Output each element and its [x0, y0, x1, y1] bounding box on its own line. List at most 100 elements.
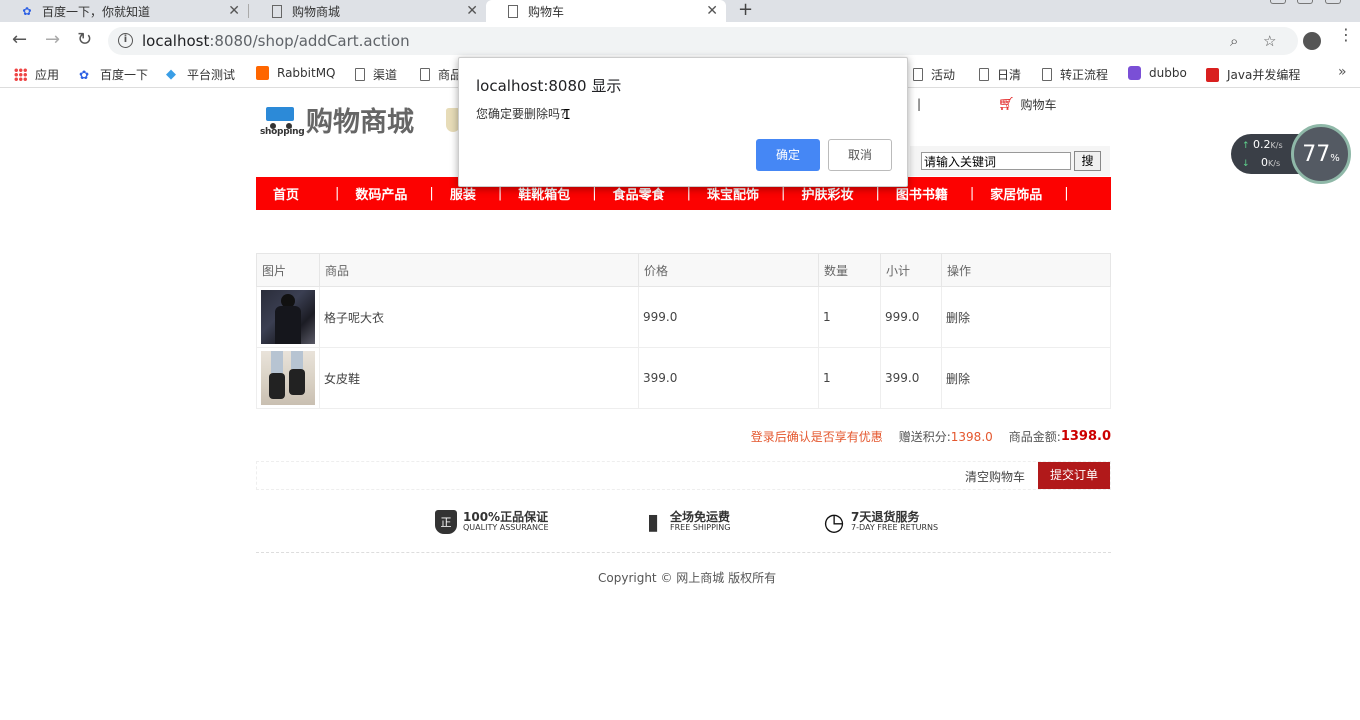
- nav-separator: |: [969, 186, 975, 201]
- product-image-shoes[interactable]: [261, 351, 315, 405]
- back-arrow-icon[interactable]: ←: [12, 30, 27, 50]
- reload-icon[interactable]: ↻: [77, 30, 92, 50]
- bookmark-apps[interactable]: 应用: [14, 66, 59, 83]
- service-quality: 正 100%正品保证 QUALITY ASSURANCE: [435, 510, 549, 534]
- nav-home[interactable]: 首页: [273, 184, 299, 203]
- baidu-paw-icon: ✿: [79, 67, 90, 82]
- dialog-cancel-button[interactable]: 取消: [828, 139, 892, 171]
- cart-icon: 🛒︎: [998, 97, 1015, 112]
- gauge-value: 77: [1302, 141, 1331, 167]
- csdn-icon: [1206, 67, 1219, 82]
- bookmark-daily[interactable]: 日清: [979, 66, 1021, 83]
- maximize-icon[interactable]: [1297, 0, 1313, 4]
- menu-kebab-icon[interactable]: ⋮: [1338, 27, 1354, 43]
- text-cursor-icon: I: [563, 108, 571, 123]
- column-header: 商品: [319, 253, 639, 287]
- tab-close-icon[interactable]: ✕: [706, 3, 718, 19]
- tab-title: 百度一下，你就知道: [42, 4, 151, 19]
- logo-word: shopping: [260, 126, 305, 137]
- tab-baidu[interactable]: ✿ 百度一下，你就知道 ✕: [0, 0, 248, 22]
- nav-separator: |: [335, 186, 340, 201]
- dialog-title: localhost:8080 显示: [476, 77, 622, 95]
- page-icon: [506, 4, 520, 18]
- login-discount-hint[interactable]: 登录后确认是否享有优惠: [751, 428, 883, 445]
- points-label: 赠送积分:: [898, 430, 951, 444]
- shopping-cart-logo-icon: shopping: [260, 103, 305, 137]
- url-text[interactable]: localhost:8080/shop/addCart.action: [142, 32, 410, 50]
- cart-table: 图片 商品 价格 数量 小计 操作 格子呢大衣 999.0 1 999.0 删除…: [256, 253, 1111, 409]
- delete-link[interactable]: 删除: [941, 347, 1111, 409]
- page-icon: [355, 68, 365, 81]
- diamond-icon: ◆: [166, 66, 176, 82]
- shop-logo[interactable]: shopping 购物商城: [260, 100, 414, 139]
- close-window-icon[interactable]: [1325, 0, 1341, 4]
- points-value: 1398.0: [950, 429, 993, 444]
- nav-separator: |: [592, 186, 597, 201]
- tab-shop[interactable]: 购物商城 ✕: [250, 0, 486, 22]
- product-image-coat[interactable]: [261, 290, 315, 344]
- new-tab-button[interactable]: +: [738, 0, 753, 20]
- bookmark-regular-process[interactable]: 转正流程: [1042, 66, 1108, 83]
- product-subtotal: 999.0: [880, 286, 942, 348]
- dubbo-icon: [1128, 66, 1141, 80]
- product-subtotal: 399.0: [880, 347, 942, 409]
- nav-home-decor[interactable]: 家居饰品: [990, 184, 1042, 203]
- bookmark-goods[interactable]: 商品: [420, 66, 462, 83]
- bookmark-dubbo[interactable]: dubbo: [1128, 66, 1187, 80]
- search-button[interactable]: 搜: [1074, 151, 1101, 171]
- tab-title: 购物车: [528, 4, 565, 19]
- nav-separator: |: [875, 186, 880, 201]
- nav-separator: |: [429, 186, 434, 201]
- logo-text: 购物商城: [306, 107, 414, 138]
- bookmark-activity[interactable]: 活动: [913, 66, 955, 83]
- page-icon: [420, 68, 430, 81]
- nav-digital[interactable]: 数码产品: [355, 184, 407, 203]
- confirm-dialog: localhost:8080 显示 您确定要删除吗? 确定 取消: [458, 57, 908, 187]
- bookmark-rabbitmq[interactable]: RabbitMQ: [256, 66, 336, 80]
- forward-arrow-icon[interactable]: →: [45, 30, 60, 50]
- service-shipping: ▮ 全场免运费 FREE SHIPPING: [642, 509, 731, 535]
- shield-zheng-icon: 正: [435, 510, 457, 534]
- delete-link[interactable]: 删除: [941, 286, 1111, 348]
- product-name[interactable]: 女皮鞋: [319, 347, 639, 409]
- column-header: 数量: [818, 253, 881, 287]
- product-name[interactable]: 格子呢大衣: [319, 286, 639, 348]
- tab-close-icon[interactable]: ✕: [228, 3, 240, 19]
- bookmark-platform-test[interactable]: ◆ 平台测试: [166, 66, 235, 83]
- table-row: 格子呢大衣 999.0 1 999.0 删除: [256, 286, 1111, 348]
- bookmark-channel[interactable]: 渠道: [355, 66, 397, 83]
- dialog-ok-button[interactable]: 确定: [756, 139, 820, 171]
- header-cart-link[interactable]: 🛒︎ 购物车: [998, 96, 1057, 113]
- download-arrow-icon: ↓: [1242, 159, 1250, 169]
- page-icon: [270, 4, 284, 18]
- zoom-icon[interactable]: ⌕: [1230, 32, 1238, 50]
- clock-icon: ◷: [823, 508, 845, 536]
- info-icon[interactable]: i: [118, 33, 133, 48]
- service-subtitle: QUALITY ASSURANCE: [463, 523, 549, 532]
- browser-toolbar: ← → ↻ i localhost:8080/shop/addCart.acti…: [0, 22, 1360, 60]
- submit-order-button[interactable]: 提交订单: [1038, 462, 1110, 489]
- column-header: 小计: [880, 253, 942, 287]
- tab-close-icon[interactable]: ✕: [466, 3, 478, 19]
- search-input[interactable]: [921, 152, 1071, 170]
- bookmark-java-concurrency[interactable]: Java并发编程: [1206, 66, 1300, 83]
- clear-cart-link[interactable]: 清空购物车: [965, 468, 1025, 485]
- download-speed: 0: [1261, 156, 1269, 169]
- memory-gauge[interactable]: 77%: [1291, 124, 1351, 184]
- service-title: 100%正品保证: [463, 510, 549, 524]
- bookmark-baidu[interactable]: ✿ 百度一下: [79, 66, 148, 83]
- nav-separator: |: [781, 186, 786, 201]
- tab-cart[interactable]: 购物车 ✕: [486, 0, 726, 22]
- box-icon: ▮: [646, 509, 660, 535]
- column-header: 操作: [941, 253, 1111, 287]
- bookmarks-more-icon[interactable]: »: [1338, 64, 1347, 80]
- copyright-text: Copyright © 网上商城 版权所有: [598, 571, 777, 585]
- profile-avatar-icon[interactable]: [1303, 32, 1321, 50]
- nav-separator: |: [1064, 186, 1069, 201]
- star-bookmark-icon[interactable]: ☆: [1263, 32, 1276, 50]
- minimize-icon[interactable]: [1270, 0, 1286, 4]
- product-qty: 1: [818, 286, 881, 348]
- address-bar[interactable]: i localhost:8080/shop/addCart.action ⌕ ☆: [108, 27, 1298, 55]
- product-price: 399.0: [638, 347, 819, 409]
- upload-speed: 0.2: [1253, 138, 1271, 151]
